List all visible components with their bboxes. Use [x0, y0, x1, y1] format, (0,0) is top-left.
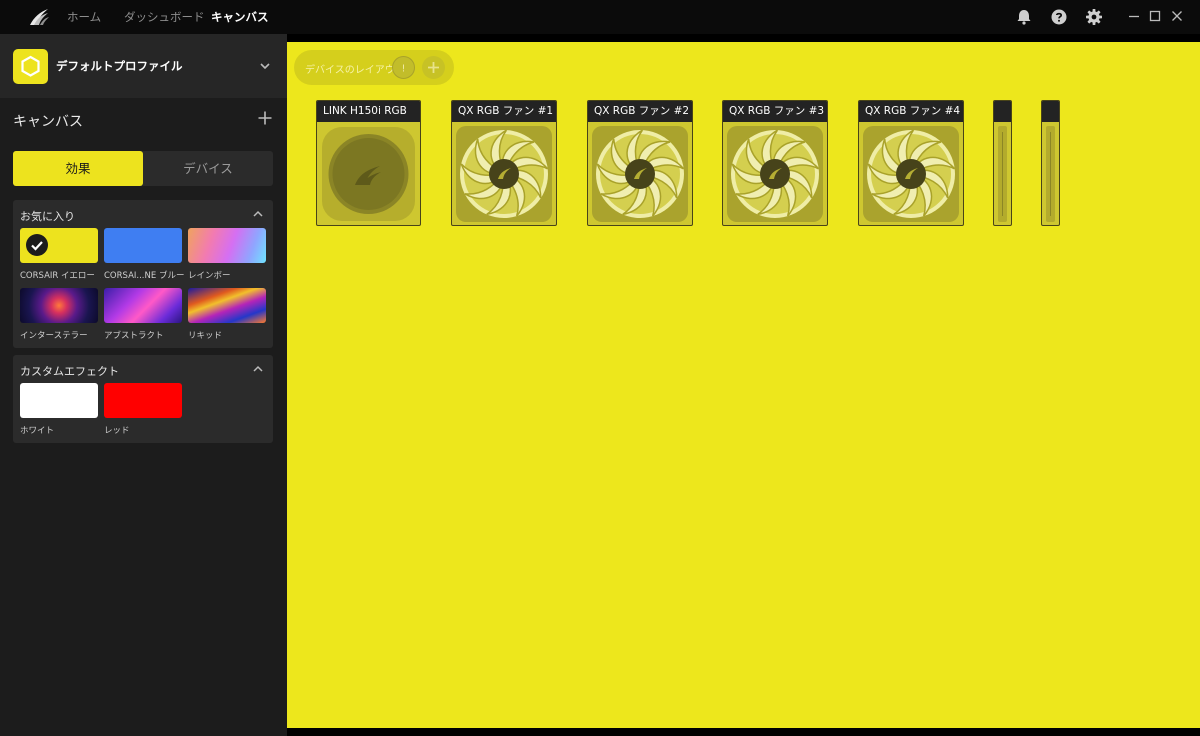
close-icon[interactable]	[1169, 8, 1185, 24]
effect-label: リキッド	[188, 331, 223, 341]
device-card-fan-4[interactable]: QX RGB ファン #4	[858, 100, 964, 226]
pump-graphic	[317, 122, 420, 225]
led-strip-graphic	[1042, 122, 1059, 225]
effect-swatch-corsair-yellow[interactable]	[20, 228, 98, 263]
canvas-title: キャンバス	[13, 114, 83, 130]
device-header	[1042, 101, 1059, 122]
effect-swatch-abstract[interactable]	[104, 288, 182, 323]
effect-swatch-white[interactable]	[20, 383, 98, 418]
nav-canvas[interactable]: キャンバス	[211, 0, 269, 34]
fan-graphic	[452, 122, 556, 225]
effect-label: インターステラー	[20, 331, 88, 341]
fan-graphic	[588, 122, 692, 225]
effect-label: ホワイト	[20, 426, 55, 436]
device-card-fan-2[interactable]: QX RGB ファン #2	[587, 100, 693, 226]
profile-name: デフォルトプロファイル	[56, 59, 183, 73]
fan-icon	[727, 126, 823, 222]
effect-label: レッド	[104, 426, 130, 436]
effect-swatch-blue[interactable]	[104, 228, 182, 263]
effect-swatch-rainbow[interactable]	[188, 228, 266, 263]
custom-effects-title: カスタムエフェクト	[20, 365, 119, 378]
device-name: QX RGB ファン #1	[452, 101, 556, 122]
tab-devices[interactable]: デバイス	[143, 151, 273, 186]
bell-icon[interactable]	[1015, 8, 1033, 26]
device-header	[994, 101, 1011, 122]
title-bar: ホーム ダッシュボード キャンバス	[0, 0, 1200, 34]
device-layout-bar: デバイスのレイアウト !	[294, 50, 454, 85]
info-mark: !	[401, 64, 405, 75]
minimize-icon[interactable]	[1126, 8, 1142, 24]
fan-icon	[456, 126, 552, 222]
device-name: QX RGB ファン #2	[588, 101, 692, 122]
profile-selector[interactable]: デフォルトプロファイル	[0, 34, 287, 98]
effect-swatch-red[interactable]	[104, 383, 182, 418]
effect-swatch-interstellar[interactable]	[20, 288, 98, 323]
maximize-icon[interactable]	[1147, 8, 1163, 24]
device-card-pump[interactable]: LINK H150i RGB	[316, 100, 421, 226]
checkmark-icon	[26, 234, 48, 256]
add-layout-button[interactable]	[422, 56, 445, 79]
corsair-logo-icon[interactable]	[28, 7, 50, 27]
device-card-fan-1[interactable]: QX RGB ファン #1	[451, 100, 557, 226]
device-name: QX RGB ファン #4	[859, 101, 963, 122]
device-name: LINK H150i RGB	[317, 101, 420, 122]
effect-swatch-liquid[interactable]	[188, 288, 266, 323]
chevron-down-icon[interactable]	[258, 60, 272, 72]
led-strip-graphic	[994, 122, 1011, 225]
profile-icon	[13, 49, 48, 84]
add-icon[interactable]	[257, 110, 273, 126]
effect-label: CORSAI...NE ブルー	[104, 271, 185, 281]
device-card-fan-3[interactable]: QX RGB ファン #3	[722, 100, 828, 226]
help-icon[interactable]	[1050, 8, 1068, 26]
fan-graphic	[723, 122, 827, 225]
sidebar: デフォルトプロファイル キャンバス 効果 デバイス お気に入り CORSAIR …	[0, 34, 287, 736]
fan-graphic	[859, 122, 963, 225]
plus-icon	[428, 62, 439, 73]
hexagon-icon	[21, 55, 40, 77]
custom-effects-panel: カスタムエフェクト ホワイト レッド	[13, 355, 273, 443]
led-strip-icon	[998, 126, 1007, 222]
fan-icon	[863, 126, 959, 222]
effect-label: アブストラクト	[104, 331, 164, 341]
effect-label: CORSAIR イエロー	[20, 271, 95, 281]
gear-icon[interactable]	[1085, 8, 1103, 26]
device-name: QX RGB ファン #3	[723, 101, 827, 122]
effect-label: レインボー	[188, 271, 231, 281]
pump-icon	[322, 127, 415, 221]
chevron-up-icon[interactable]	[252, 364, 264, 374]
effects-devices-toggle: 効果 デバイス	[13, 151, 273, 186]
led-strip-icon	[1046, 126, 1055, 222]
tab-effects[interactable]: 効果	[13, 151, 143, 186]
info-icon: !	[401, 64, 405, 75]
nav-home[interactable]: ホーム	[67, 0, 101, 34]
favorites-title: お気に入り	[20, 210, 75, 223]
info-button[interactable]: !	[392, 56, 415, 79]
chevron-up-icon[interactable]	[252, 209, 264, 219]
favorites-panel: お気に入り CORSAIR イエロー CORSAI...NE ブルー レインボー…	[13, 200, 273, 348]
device-card-led-strip-2[interactable]	[1041, 100, 1060, 226]
device-layout-label: デバイスのレイアウト	[305, 65, 405, 76]
canvas-area[interactable]: デバイスのレイアウト ! LINK H150i RGB QX RGB ファン #…	[287, 42, 1200, 728]
device-card-led-strip-1[interactable]	[993, 100, 1012, 226]
fan-icon	[592, 126, 688, 222]
nav-dashboard[interactable]: ダッシュボード	[124, 0, 205, 34]
